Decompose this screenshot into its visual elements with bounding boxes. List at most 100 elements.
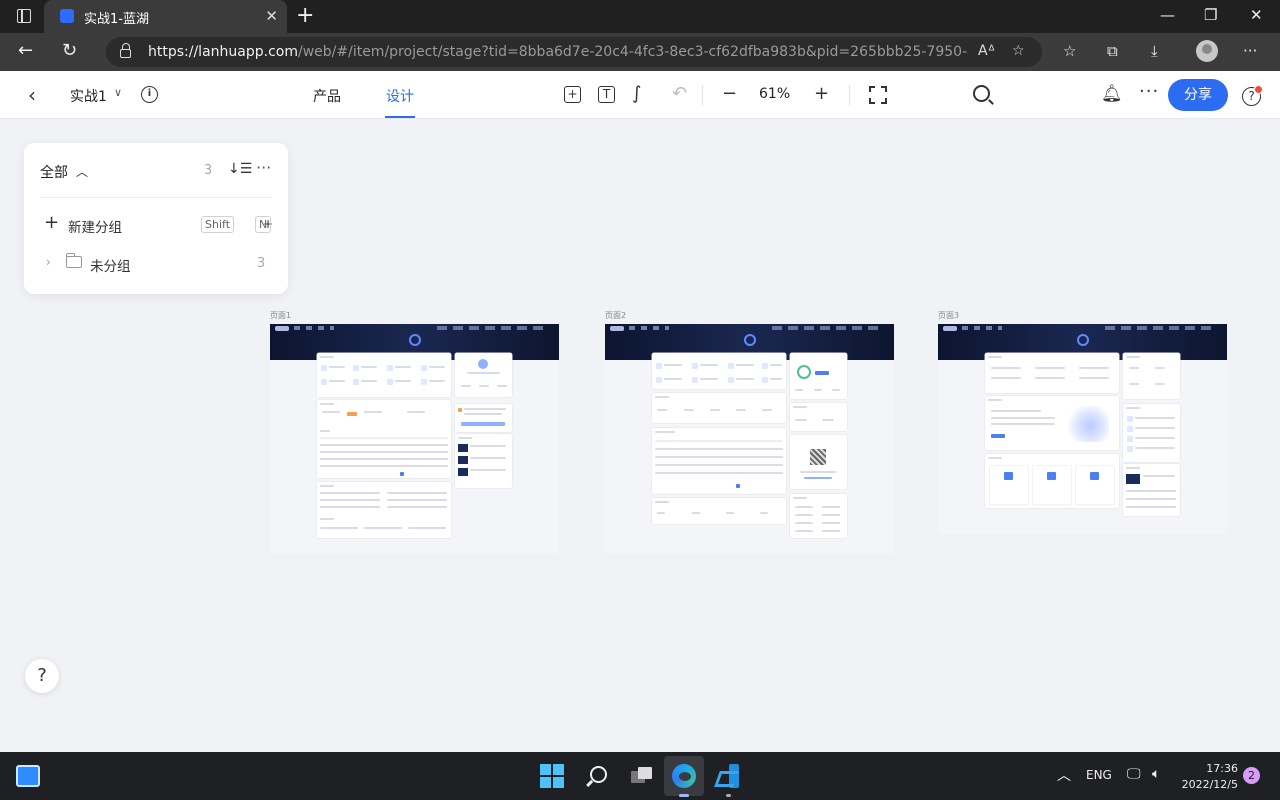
new-group-button[interactable]: 新建分组 (68, 216, 122, 236)
board-card (790, 403, 847, 431)
search-icon[interactable] (973, 85, 990, 102)
zoom-level[interactable]: 61% (759, 86, 790, 102)
tab-design[interactable]: 设计 (386, 86, 414, 106)
group-item-count: 3 (257, 256, 266, 271)
taskbar-search-icon[interactable] (586, 764, 610, 788)
chevron-down-icon[interactable]: ∨ (114, 86, 122, 99)
notification-badge[interactable]: 2 (1243, 767, 1260, 784)
tab-actions-icon[interactable] (17, 8, 31, 23)
board-card (652, 428, 786, 494)
board-card (790, 435, 847, 489)
browser-toolbar: ← ↻ https://lanhuapp.com/web/#/item/proj… (0, 33, 1280, 71)
toolbar-divider (702, 85, 703, 105)
add-favorite-icon[interactable]: ☆ (1012, 43, 1025, 59)
toolbar-divider (849, 85, 850, 105)
group-panel: 全部 ︿ 3 ↓☰ ··· + 新建分组 Shift + N › 未分组 3 (24, 143, 288, 294)
windows-start-icon[interactable] (540, 764, 564, 788)
url-path: /web/#/item/project/stage?tid=8bba6d7e-2… (297, 44, 968, 60)
more-icon[interactable]: ··· (256, 158, 271, 177)
browser-tab[interactable]: 实战1-蓝湖 ✕ (44, 0, 287, 33)
board-card (652, 393, 786, 423)
downloads-icon[interactable]: ⤓ (1151, 42, 1158, 60)
edge-browser-icon[interactable] (672, 764, 696, 788)
board-card (652, 353, 786, 389)
task-view-icon[interactable] (630, 764, 654, 788)
widgets-icon[interactable] (16, 765, 40, 787)
undo-icon[interactable]: ↶ (672, 83, 687, 104)
profile-avatar[interactable] (1196, 40, 1218, 62)
lock-icon[interactable] (120, 43, 131, 58)
group-item-label: 未分组 (90, 259, 131, 275)
restore-button[interactable]: ❐ (1204, 6, 1217, 24)
browser-tab-bar: 实战1-蓝湖 ✕ + — ❐ ✕ (0, 0, 1280, 33)
close-tab-icon[interactable]: ✕ (265, 7, 278, 25)
new-tab-button[interactable]: + (296, 4, 314, 28)
clock-date[interactable]: 2022/12/5 (1174, 778, 1238, 791)
network-icon[interactable]: 🖵︎ (1127, 766, 1141, 782)
clock-time[interactable]: 17:36 (1190, 762, 1238, 776)
refresh-button[interactable]: ↻ (62, 41, 77, 61)
language-indicator[interactable]: ENG (1086, 768, 1112, 782)
help-icon[interactable]: ? (1242, 85, 1263, 106)
zoom-out-button[interactable]: − (722, 83, 737, 104)
board-label[interactable]: 页面1 (270, 310, 291, 321)
board-label[interactable]: 页面2 (605, 310, 626, 321)
board-card (985, 454, 1119, 508)
collections-icon[interactable]: ⧉ (1107, 42, 1118, 60)
settings-more-icon[interactable]: ··· (1243, 42, 1257, 60)
info-icon[interactable]: i (141, 86, 158, 103)
board-card (455, 353, 512, 397)
back-button[interactable]: ← (18, 41, 33, 61)
windows-taskbar: ︿ ENG 🖵︎ 🔈︎ 17:36 2022/12/5 2 (0, 752, 1280, 800)
board-card (1123, 464, 1180, 516)
tab-product[interactable]: 产品 (313, 86, 341, 106)
text-tool-icon[interactable]: T (598, 86, 615, 103)
group-item-ungrouped[interactable]: › 未分组 3 (24, 249, 288, 277)
board-card (455, 404, 512, 432)
sort-icon[interactable]: ↓☰ (228, 161, 252, 177)
board-label[interactable]: 页面3 (938, 310, 959, 321)
active-tab-indicator (385, 116, 415, 118)
shortcut-key-n: N (255, 216, 272, 233)
board-page-3[interactable] (938, 324, 1227, 534)
close-window-button[interactable]: ✕ (1250, 6, 1263, 24)
fit-screen-icon[interactable] (869, 86, 887, 104)
zoom-in-button[interactable]: + (814, 83, 829, 104)
url-text[interactable]: https://lanhuapp.com/web/#/item/project/… (148, 44, 968, 60)
board-card (317, 400, 451, 478)
board-card (455, 434, 512, 488)
read-aloud-icon[interactable]: Aᐞ (978, 43, 995, 59)
board-card (652, 498, 786, 524)
back-arrow-icon[interactable]: ‹ (28, 83, 36, 107)
board-card (1123, 353, 1180, 399)
connector-tool-icon[interactable]: ∫ (632, 83, 641, 104)
board-card (1123, 404, 1180, 462)
group-panel-title[interactable]: 全部 (40, 162, 68, 182)
chevron-up-icon[interactable]: ︿ (76, 163, 88, 180)
board-page-2[interactable] (605, 324, 894, 554)
group-total-count: 3 (204, 163, 213, 178)
shortcut-key-shift: Shift (201, 216, 235, 233)
more-icon[interactable]: ··· (1139, 81, 1159, 102)
address-bar[interactable]: https://lanhuapp.com/web/#/item/project/… (106, 37, 1042, 67)
app-header: ‹ 实战1 ∨ i 产品 设计 + T ∫ ↶ − 61% + 🔔︎ ··· 分… (0, 71, 1280, 119)
plus-icon[interactable]: + (44, 213, 59, 233)
chevron-right-icon[interactable]: › (46, 255, 51, 269)
board-card (985, 353, 1119, 393)
vscode-icon[interactable] (717, 764, 741, 788)
volume-icon[interactable]: 🔈︎ (1152, 766, 1160, 782)
board-card (790, 353, 847, 399)
floating-help-button[interactable]: ? (25, 659, 59, 693)
share-button[interactable]: 分享 (1168, 79, 1228, 111)
board-page-1[interactable] (270, 324, 559, 554)
url-host: https://lanhuapp.com (148, 44, 298, 60)
minimize-button[interactable]: — (1160, 6, 1175, 24)
board-card (790, 494, 847, 538)
show-hidden-icons-icon[interactable]: ︿ (1057, 765, 1071, 785)
project-name[interactable]: 实战1 (70, 86, 107, 106)
bell-icon[interactable]: 🔔︎ (1101, 84, 1123, 104)
board-card (317, 353, 451, 397)
divider (40, 197, 272, 198)
favorites-icon[interactable]: ☆ (1063, 42, 1076, 60)
add-board-icon[interactable]: + (564, 86, 581, 103)
